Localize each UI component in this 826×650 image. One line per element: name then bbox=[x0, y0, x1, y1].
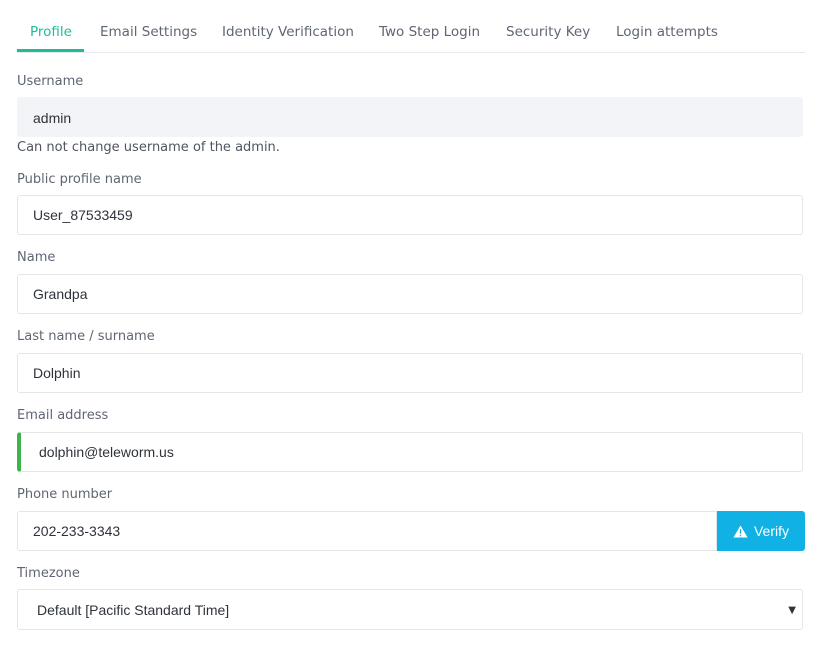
username-label: Username bbox=[17, 74, 84, 89]
name-label: Name bbox=[17, 250, 56, 265]
tab-security-key[interactable]: Security Key bbox=[506, 24, 590, 40]
active-tab-indicator bbox=[17, 49, 84, 52]
public-profile-name-label: Public profile name bbox=[17, 172, 142, 187]
last-name-field bbox=[17, 353, 803, 393]
verify-label: Verify bbox=[753, 523, 789, 539]
public-profile-name-input[interactable] bbox=[33, 196, 773, 234]
username-field: admin bbox=[17, 97, 803, 137]
email-label: Email address bbox=[17, 408, 109, 423]
profile-settings-page: Profile Email Settings Identity Verifica… bbox=[0, 0, 826, 650]
settings-tabs: Profile Email Settings Identity Verifica… bbox=[17, 0, 805, 53]
warning-icon bbox=[733, 525, 748, 538]
last-name-input[interactable] bbox=[33, 354, 773, 392]
last-name-label: Last name / surname bbox=[17, 329, 155, 344]
timezone-select[interactable]: Default [Pacific Standard Time] ▼ bbox=[17, 589, 803, 630]
chevron-down-icon: ▼ bbox=[788, 605, 796, 616]
tab-login-attempts[interactable]: Login attempts bbox=[616, 24, 718, 40]
tab-two-step-login[interactable]: Two Step Login bbox=[379, 24, 480, 40]
phone-field bbox=[17, 511, 717, 551]
tab-profile[interactable]: Profile bbox=[30, 24, 72, 40]
tab-identity-verification[interactable]: Identity Verification bbox=[222, 24, 354, 40]
username-value: admin bbox=[33, 110, 72, 126]
email-input[interactable] bbox=[39, 433, 779, 471]
timezone-selected-value: Default [Pacific Standard Time] bbox=[37, 602, 230, 618]
name-input[interactable] bbox=[33, 275, 773, 313]
phone-label: Phone number bbox=[17, 487, 113, 502]
timezone-label: Timezone bbox=[17, 566, 80, 581]
tab-email-settings[interactable]: Email Settings bbox=[100, 24, 197, 40]
verify-phone-button[interactable]: Verify bbox=[717, 511, 805, 551]
phone-input[interactable] bbox=[33, 512, 693, 550]
email-field bbox=[17, 432, 803, 472]
name-field bbox=[17, 274, 803, 314]
public-profile-name-field bbox=[17, 195, 803, 235]
username-hint: Can not change username of the admin. bbox=[17, 140, 280, 155]
